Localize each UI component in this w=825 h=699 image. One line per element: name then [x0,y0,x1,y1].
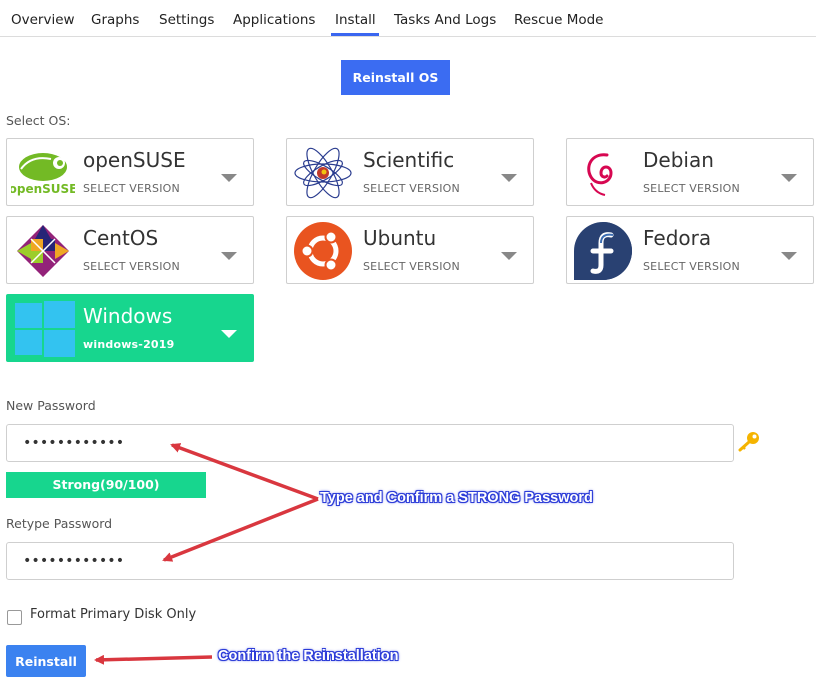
os-name: Ubuntu [363,226,437,250]
chevron-down-icon[interactable] [501,252,517,260]
os-card-scientific[interactable]: Scientific SELECT VERSION [286,138,534,206]
tab-bar: Overview Graphs Settings Applications In… [0,0,816,37]
chevron-down-icon[interactable] [221,330,237,338]
chevron-down-icon[interactable] [501,174,517,182]
tab-tasks-and-logs[interactable]: Tasks And Logs [394,12,496,28]
os-version-select: SELECT VERSION [83,260,180,273]
os-name: openSUSE [83,148,186,172]
active-tab-indicator [331,33,379,36]
os-name: Fedora [643,226,712,250]
chevron-down-icon[interactable] [221,252,237,260]
tab-overview[interactable]: Overview [11,12,75,28]
tab-settings[interactable]: Settings [159,12,214,28]
debian-logo-icon [587,153,613,196]
password-annotation: Type and Confirm a STRONG Password [320,490,593,506]
password-strength-meter: Strong(90/100) [6,472,206,498]
new-password-label: New Password [6,398,96,413]
confirm-annotation: Confirm the Reinstallation [218,648,399,664]
os-name: Windows [83,304,173,328]
windows-logo-icon [11,299,75,359]
format-primary-disk-label: Format Primary Disk Only [30,607,197,622]
tab-applications[interactable]: Applications [233,12,315,28]
fedora-logo-icon [574,222,632,280]
reinstall-os-button[interactable]: Reinstall OS [341,60,450,95]
new-password-input[interactable]: •••••••••••• [6,424,734,462]
chevron-down-icon[interactable] [781,174,797,182]
reinstall-button[interactable]: Reinstall [6,645,86,677]
retype-password-label: Retype Password [6,516,113,531]
os-card-opensuse[interactable]: openSUSE openSUSE SELECT VERSION [6,138,254,206]
os-version-select: SELECT VERSION [363,182,460,195]
os-card-windows[interactable]: Windows windows-2019 [6,294,254,362]
os-version-select: windows-2019 [83,338,175,351]
os-card-fedora[interactable]: Fedora SELECT VERSION [566,216,814,284]
opensuse-logo-text: openSUSE [11,182,75,196]
os-name: Scientific [363,148,455,172]
chevron-down-icon[interactable] [221,174,237,182]
select-os-label: Select OS: [6,113,71,128]
ubuntu-logo-icon [294,222,352,280]
arrow-to-reinstall-button [94,654,213,665]
scientific-linux-logo-icon [294,147,352,199]
os-card-centos[interactable]: CentOS SELECT VERSION [6,216,254,284]
retype-password-input[interactable]: •••••••••••• [6,542,734,580]
os-card-ubuntu[interactable]: Ubuntu SELECT VERSION [286,216,534,284]
os-version-select: SELECT VERSION [643,182,740,195]
tab-graphs[interactable]: Graphs [91,12,139,28]
chevron-down-icon[interactable] [781,252,797,260]
key-icon[interactable] [737,430,761,452]
format-primary-disk-checkbox[interactable] [7,610,22,625]
os-version-select: SELECT VERSION [643,260,740,273]
centos-logo-icon [17,225,69,277]
os-card-debian[interactable]: Debian SELECT VERSION [566,138,814,206]
os-name: CentOS [83,226,159,250]
tab-rescue-mode[interactable]: Rescue Mode [514,12,603,28]
os-name: Debian [643,148,714,172]
os-version-select: SELECT VERSION [363,260,460,273]
opensuse-logo-icon: openSUSE [11,153,75,196]
os-version-select: SELECT VERSION [83,182,180,195]
tab-install[interactable]: Install [335,12,376,28]
